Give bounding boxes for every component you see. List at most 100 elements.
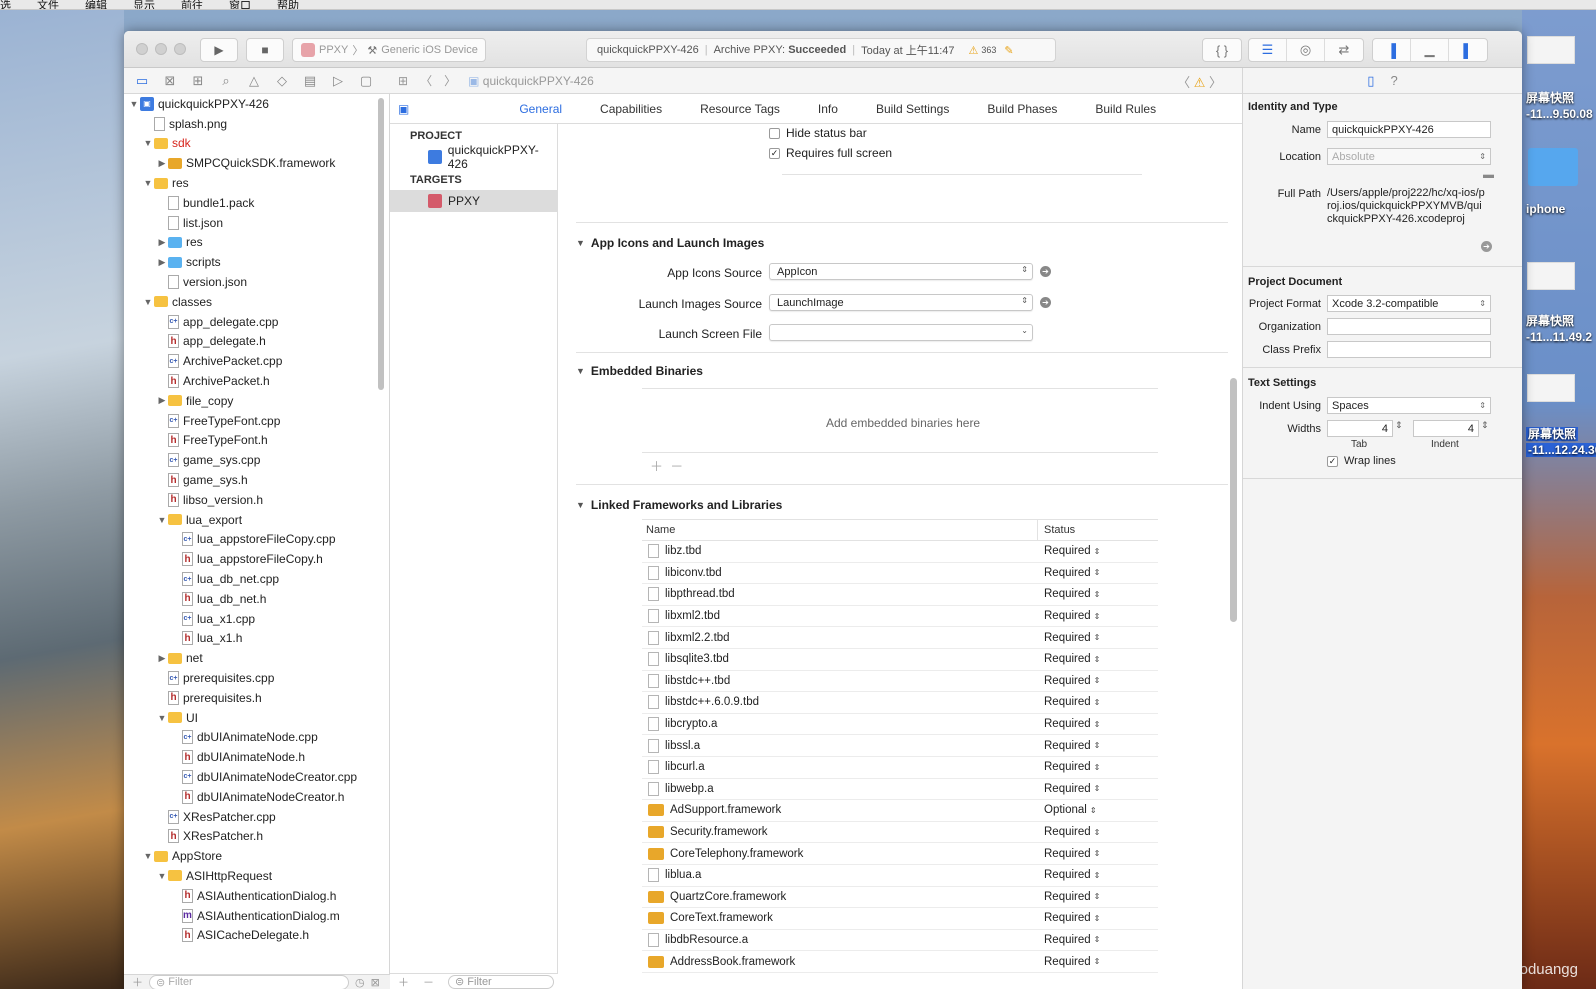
zoom-button[interactable]	[174, 43, 186, 55]
requires-full-screen-checkbox[interactable]: ✓ Requires full screen	[769, 146, 892, 160]
tab-build-phases[interactable]: Build Phases	[987, 102, 1057, 116]
warning-count[interactable]: 363	[981, 45, 996, 55]
navigator-item[interactable]: h ArchivePacket.h	[124, 371, 389, 391]
tab-width-stepper[interactable]: ⇕	[1395, 420, 1403, 431]
disclosure-open-icon[interactable]: ▼	[128, 99, 140, 109]
library-status-popup[interactable]: Required ⇕	[1038, 696, 1100, 708]
library-status-popup[interactable]: Optional ⇕	[1038, 804, 1097, 816]
desktop-label[interactable]: 屏幕快照	[1526, 427, 1579, 441]
library-status-popup[interactable]: Required ⇕	[1038, 783, 1100, 795]
navigator-item[interactable]: h lua_x1.h	[124, 629, 389, 649]
table-row[interactable]: libz.tbd Required ⇕	[642, 541, 1158, 563]
reveal-arrow-icon[interactable]: ➔	[1481, 241, 1492, 252]
table-row[interactable]: AddressBook.framework Required ⇕	[642, 951, 1158, 973]
inspector-toggle-icon[interactable]: ▌	[1449, 39, 1487, 61]
disclosure-closed-icon[interactable]: ▶	[156, 395, 168, 406]
library-status-popup[interactable]: Required ⇕	[1038, 567, 1100, 579]
menu-item[interactable]: 选	[0, 1, 11, 10]
menu-item[interactable]: 前往	[181, 1, 203, 10]
table-row[interactable]: libxml2.tbd Required ⇕	[642, 606, 1158, 628]
table-row[interactable]: CoreText.framework Required ⇕	[642, 908, 1158, 930]
navigator-item[interactable]: ▶ SMPCQuickSDK.framework	[124, 153, 389, 173]
disclosure-open-icon[interactable]: ▼	[142, 851, 154, 861]
navigator-item[interactable]: h XResPatcher.h	[124, 826, 389, 846]
hide-list-icon[interactable]: ▣	[398, 102, 409, 116]
navigator-item[interactable]: list.json	[124, 213, 389, 233]
table-row[interactable]: QuartzCore.framework Required ⇕	[642, 887, 1158, 909]
table-row[interactable]: libwebp.a Required ⇕	[642, 779, 1158, 801]
table-row[interactable]: libdbResource.a Required ⇕	[642, 930, 1158, 952]
navigator-item[interactable]: h prerequisites.h	[124, 688, 389, 708]
debug-area-toggle-icon[interactable]: ▁	[1411, 39, 1449, 61]
menu-item[interactable]: 文件	[37, 1, 59, 10]
tab-resource-tags[interactable]: Resource Tags	[700, 102, 780, 116]
related-items-icon[interactable]: ⊞	[398, 74, 408, 88]
desktop-screenshot-thumbnail[interactable]	[1527, 374, 1575, 402]
table-row[interactable]: libsqlite3.tbd Required ⇕	[642, 649, 1158, 671]
name-field[interactable]: quickquickPPXY-426	[1327, 121, 1491, 138]
breakpoint-icon[interactable]: ▷	[328, 73, 348, 89]
navigator-item[interactable]: ▼ res	[124, 173, 389, 193]
table-row[interactable]: libxml2.2.tbd Required ⇕	[642, 627, 1158, 649]
navigator-item[interactable]: ▶ scripts	[124, 252, 389, 272]
disclosure-triangle-icon[interactable]: ▼	[576, 238, 585, 248]
navigator-item[interactable]: ▶ file_copy	[124, 391, 389, 411]
version-editor-icon[interactable]: ⇄	[1325, 39, 1363, 61]
navigator-item[interactable]: c+ dbUIAnimateNodeCreator.cpp	[124, 767, 389, 787]
disclosure-open-icon[interactable]: ▼	[156, 515, 168, 525]
navigator-item[interactable]: ▼ UI	[124, 708, 389, 728]
library-status-popup[interactable]: Required ⇕	[1038, 740, 1100, 752]
table-row[interactable]: libpthread.tbd Required ⇕	[642, 584, 1158, 606]
desktop-label-selected[interactable]: 屏幕快照	[1526, 427, 1579, 441]
disclosure-open-icon[interactable]: ▼	[142, 178, 154, 188]
navigator-item[interactable]: h dbUIAnimateNodeCreator.h	[124, 787, 389, 807]
navigator-item[interactable]: h game_sys.h	[124, 470, 389, 490]
library-status-popup[interactable]: Required ⇕	[1038, 675, 1100, 687]
navigator-item[interactable]: ▼ ASIHttpRequest	[124, 866, 389, 886]
tab-build-settings[interactable]: Build Settings	[876, 102, 949, 116]
target-item[interactable]: PPXY	[390, 190, 557, 212]
library-status-popup[interactable]: Required ⇕	[1038, 545, 1100, 557]
desktop-label[interactable]: -11...12.24.30	[1526, 443, 1596, 457]
scheme-selector[interactable]: PPXY 〉 ⚒ Generic iOS Device	[292, 38, 486, 62]
navigator-scrollbar[interactable]	[378, 98, 384, 390]
desktop-label-selected[interactable]: -11...12.24.30	[1526, 443, 1596, 457]
library-status-popup[interactable]: Required ⇕	[1038, 718, 1100, 730]
symbol-icon[interactable]: ⊞	[188, 73, 208, 89]
menu-item[interactable]: 窗口	[229, 1, 251, 10]
target-filter-input[interactable]: ⊜ Filter	[448, 974, 554, 989]
library-status-popup[interactable]: Required ⇕	[1038, 934, 1100, 946]
navigator-item[interactable]: ▶ res	[124, 233, 389, 253]
debug-icon[interactable]: ▤	[300, 73, 320, 89]
hide-status-bar-checkbox[interactable]: Hide status bar	[769, 126, 867, 140]
tab-info[interactable]: Info	[818, 102, 838, 116]
checkbox[interactable]	[769, 127, 780, 139]
library-status-popup[interactable]: Required ⇕	[1038, 761, 1100, 773]
add-icon[interactable]: ＋	[398, 974, 409, 989]
table-row[interactable]: liblua.a Required ⇕	[642, 865, 1158, 887]
navigator-item[interactable]: ▶ net	[124, 648, 389, 668]
navigator-item[interactable]: c+ ArchivePacket.cpp	[124, 351, 389, 371]
table-row[interactable]: CoreTelephony.framework Required ⇕	[642, 843, 1158, 865]
go-arrow-icon[interactable]: ➔	[1040, 297, 1051, 308]
desktop-label[interactable]: 屏幕快照	[1526, 314, 1574, 328]
library-status-popup[interactable]: Required ⇕	[1038, 826, 1100, 838]
desktop-folder-icon[interactable]	[1528, 148, 1578, 186]
navigator-item[interactable]: ▼ ▣ quickquickPPXY-426	[124, 94, 389, 114]
library-status-popup[interactable]: Required ⇕	[1038, 588, 1100, 600]
forward-icon[interactable]: 〉	[444, 72, 456, 89]
add-icon[interactable]: ＋	[132, 974, 143, 989]
navigator-item[interactable]: c+ XResPatcher.cpp	[124, 807, 389, 827]
run-button[interactable]: ▶	[200, 38, 238, 62]
library-status-popup[interactable]: Required ⇕	[1038, 610, 1100, 622]
checkbox[interactable]: ✓	[1327, 455, 1338, 467]
breadcrumb-project[interactable]: quickquickPPXY-426	[483, 74, 594, 88]
navigator-item[interactable]: c+ prerequisites.cpp	[124, 668, 389, 688]
folder-icon[interactable]: ▬	[1483, 169, 1494, 181]
app-icons-section-header[interactable]: ▼ App Icons and Launch Images	[576, 236, 764, 250]
view-segment[interactable]: ▐ ▁ ▌	[1372, 38, 1488, 62]
search-icon[interactable]: ⌕	[216, 73, 236, 89]
tab-build-rules[interactable]: Build Rules	[1095, 102, 1156, 116]
embedded-binaries-section-header[interactable]: ▼ Embedded Binaries	[576, 364, 703, 378]
issue-icon[interactable]: △	[244, 73, 264, 89]
